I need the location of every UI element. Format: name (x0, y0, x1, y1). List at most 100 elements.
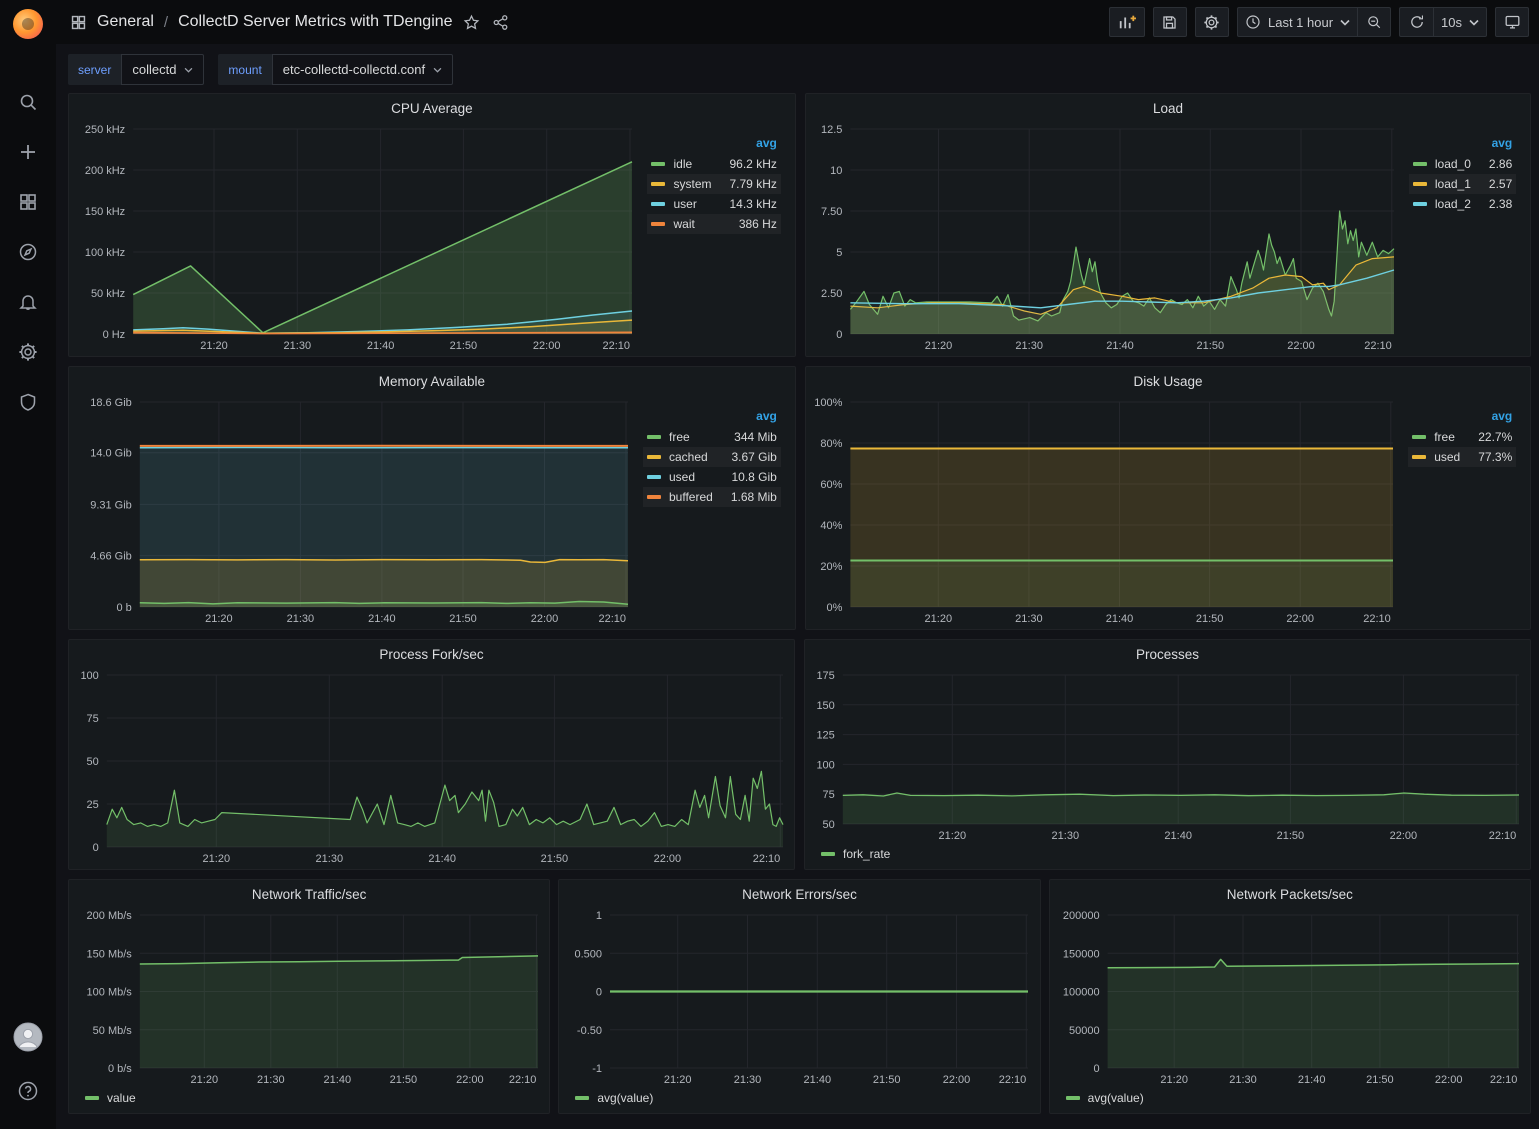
panel-network-packets: Network Packets/sec 20000015000010000050… (1049, 879, 1531, 1114)
svg-text:22:00: 22:00 (531, 613, 559, 625)
breadcrumb-folder[interactable]: General (97, 13, 154, 31)
svg-text:22:00: 22:00 (1286, 613, 1314, 625)
legend-item-user[interactable]: user14.3 kHz (647, 194, 780, 214)
time-series-graph[interactable]: 10.5000-0.50-121:2021:3021:4021:5022:002… (563, 908, 1035, 1088)
legend-item-used[interactable]: used10.8 Gib (643, 467, 781, 487)
share-icon[interactable] (492, 14, 509, 31)
panel-title[interactable]: Disk Usage (806, 367, 1530, 395)
series-name: system (673, 177, 711, 191)
time-series-graph[interactable]: 12.5107.5052.50021:2021:3021:4021:5022:0… (810, 122, 1401, 354)
svg-text:22:10: 22:10 (602, 340, 630, 352)
panel-title[interactable]: Load (806, 94, 1530, 122)
legend-item-wait[interactable]: wait386 Hz (647, 214, 780, 234)
svg-text:21:20: 21:20 (205, 613, 233, 625)
grafana-logo[interactable] (0, 0, 56, 48)
panel-title[interactable]: Network Traffic/sec (69, 880, 549, 908)
svg-text:21:40: 21:40 (1106, 613, 1134, 625)
legend-avg-header[interactable]: avg (1409, 134, 1516, 154)
legend-item-avg(value)[interactable]: avg(value) (575, 1091, 653, 1105)
refresh-button[interactable] (1399, 7, 1433, 37)
dashboard-settings-button[interactable] (1195, 7, 1229, 37)
search-button[interactable] (8, 82, 48, 122)
panel-title[interactable]: CPU Average (69, 94, 795, 122)
variable-mount[interactable]: mount etc-collectd-collectd.conf (218, 54, 453, 85)
svg-text:175: 175 (816, 670, 834, 682)
explore-button[interactable] (8, 232, 48, 272)
series-avg-value: 2.38 (1471, 197, 1512, 211)
panel-title[interactable]: Processes (805, 640, 1530, 668)
series-name: load_1 (1435, 177, 1471, 191)
create-button[interactable] (8, 132, 48, 172)
time-series-graph[interactable]: 100%80%60%40%20%0%21:2021:3021:4021:5022… (810, 395, 1400, 627)
series-color-swatch (1066, 1096, 1080, 1100)
svg-text:150: 150 (816, 700, 834, 712)
server-admin-button[interactable] (8, 382, 48, 422)
legend-item-buffered[interactable]: buffered1.68 Mib (643, 487, 781, 507)
variable-server[interactable]: server collectd (68, 54, 204, 85)
time-series-graph[interactable]: 250 kHz200 kHz150 kHz100 kHz50 kHz0 Hz21… (73, 122, 639, 354)
series-avg-value: 96.2 kHz (712, 157, 777, 171)
legend-avg-header[interactable]: avg (643, 407, 781, 427)
series-name: fork_rate (843, 847, 890, 861)
legend-item-cached[interactable]: cached3.67 Gib (643, 447, 781, 467)
series-color-swatch (1413, 202, 1427, 206)
user-profile-button[interactable] (8, 1017, 48, 1057)
svg-text:50 Mb/s: 50 Mb/s (93, 1025, 133, 1037)
zoom-out-button[interactable] (1357, 7, 1391, 37)
time-series-graph[interactable]: 20000015000010000050000021:2021:3021:402… (1054, 908, 1526, 1088)
save-dashboard-button[interactable] (1153, 7, 1187, 37)
series-avg-value: 14.3 kHz (712, 197, 777, 211)
svg-text:1: 1 (596, 910, 602, 922)
variable-value-dropdown[interactable]: collectd (121, 54, 204, 85)
legend-item-idle[interactable]: idle96.2 kHz (647, 154, 780, 174)
graph-legend: avgload_02.86load_12.57load_22.38 (1401, 122, 1526, 354)
svg-text:21:20: 21:20 (664, 1074, 692, 1086)
legend-item-free[interactable]: free344 Mib (643, 427, 781, 447)
legend-item-used[interactable]: used77.3% (1408, 447, 1516, 467)
add-panel-button[interactable] (1109, 7, 1145, 37)
star-favorite-icon[interactable] (463, 14, 480, 31)
variable-label: mount (218, 54, 271, 85)
dashboard-title[interactable]: CollectD Server Metrics with TDengine (178, 13, 452, 31)
series-color-swatch (651, 162, 665, 166)
legend-item-free[interactable]: free22.7% (1408, 427, 1516, 447)
time-range-picker[interactable]: Last 1 hour (1237, 7, 1357, 37)
series-avg-value: 2.57 (1471, 177, 1512, 191)
time-series-graph[interactable]: 100755025021:2021:3021:4021:5022:0022:10 (73, 668, 790, 867)
variable-value-dropdown[interactable]: etc-collectd-collectd.conf (272, 54, 453, 85)
time-series-graph[interactable]: 175150125100755021:2021:3021:4021:5022:0… (809, 668, 1526, 844)
panel-title[interactable]: Memory Available (69, 367, 795, 395)
series-color-swatch (647, 435, 661, 439)
time-series-graph[interactable]: 18.6 Gib14.0 Gib9.31 Gib4.66 Gib0 b21:20… (73, 395, 635, 627)
dashboard-toolbar: Last 1 hour 10s (1109, 7, 1529, 37)
series-name: avg(value) (597, 1091, 653, 1105)
svg-text:100000: 100000 (1063, 987, 1100, 999)
series-name: load_2 (1435, 197, 1471, 211)
panel-network-errors: Network Errors/sec 10.5000-0.50-121:2021… (558, 879, 1040, 1114)
alerting-button[interactable] (8, 282, 48, 322)
time-series-graph[interactable]: 200 Mb/s150 Mb/s100 Mb/s50 Mb/s0 b/s21:2… (73, 908, 545, 1088)
legend-item-fork_rate[interactable]: fork_rate (821, 847, 890, 861)
caret-down-icon (1469, 19, 1479, 26)
svg-text:7.50: 7.50 (821, 206, 842, 218)
svg-text:21:30: 21:30 (257, 1074, 285, 1086)
panel-title[interactable]: Network Errors/sec (559, 880, 1039, 908)
legend-item-load_1[interactable]: load_12.57 (1409, 174, 1516, 194)
help-button[interactable] (8, 1071, 48, 1111)
refresh-interval-dropdown[interactable]: 10s (1433, 7, 1487, 37)
svg-text:21:50: 21:50 (1196, 340, 1224, 352)
legend-avg-header[interactable]: avg (1408, 407, 1516, 427)
legend-item-load_0[interactable]: load_02.86 (1409, 154, 1516, 174)
dashboards-button[interactable] (8, 182, 48, 222)
panel-title[interactable]: Network Packets/sec (1050, 880, 1530, 908)
legend-item-avg(value)[interactable]: avg(value) (1066, 1091, 1144, 1105)
series-color-swatch (651, 202, 665, 206)
panel-memory-available: Memory Available 18.6 Gib14.0 Gib9.31 Gi… (68, 366, 796, 630)
legend-item-load_2[interactable]: load_22.38 (1409, 194, 1516, 214)
legend-item-system[interactable]: system7.79 kHz (647, 174, 780, 194)
cycle-view-button[interactable] (1495, 7, 1529, 37)
configuration-button[interactable] (8, 332, 48, 372)
legend-avg-header[interactable]: avg (647, 134, 780, 154)
legend-item-value[interactable]: value (85, 1091, 136, 1105)
panel-title[interactable]: Process Fork/sec (69, 640, 794, 668)
